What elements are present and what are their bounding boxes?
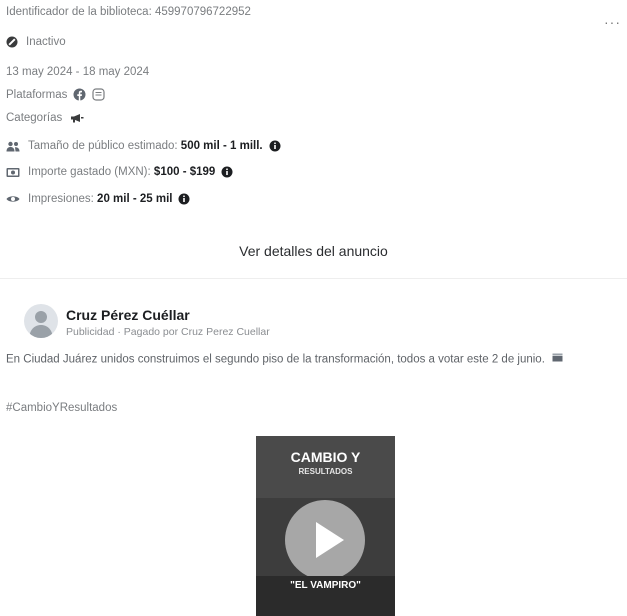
people-icon — [6, 141, 20, 152]
more-options-icon[interactable]: ··· — [604, 14, 621, 30]
paid-by-name[interactable]: Cruz Perez Cuellar — [181, 326, 270, 338]
info-icon[interactable] — [269, 140, 281, 152]
audience-label: Tamaño de público estimado: — [28, 140, 178, 152]
platforms-label: Plataformas — [6, 88, 68, 101]
library-id-value: 459970796722952 — [154, 6, 251, 18]
money-icon — [6, 167, 20, 178]
avatar[interactable] — [24, 304, 58, 338]
eye-icon — [6, 194, 20, 204]
platforms-row: Plataformas — [6, 88, 113, 101]
spend-label: Importe gastado (MXN): — [28, 166, 151, 178]
impressions-label: Impresiones: — [28, 193, 94, 205]
audience-row: Tamaño de público estimado: 500 mil - 1 … — [6, 140, 289, 152]
categories-label: Categorías — [6, 112, 63, 124]
impressions-row: Impresiones: 20 mil - 25 mil — [6, 193, 198, 205]
info-icon[interactable] — [221, 166, 233, 178]
video-label: "EL VAMPIRO" — [290, 580, 361, 591]
ad-body-text: En Ciudad Juárez unidos construimos el s… — [6, 352, 621, 368]
clapperboard-icon — [552, 352, 563, 367]
video-headline-1: CAMBIO Y — [290, 449, 361, 465]
messenger-icon — [92, 88, 105, 101]
audience-value: 500 mil - 1 mill. — [180, 140, 263, 152]
inactive-status-icon — [6, 36, 18, 48]
status-text: Inactivo — [26, 36, 66, 48]
sponsored-label: Publicidad — [66, 326, 115, 338]
advertiser-name[interactable]: Cruz Pérez Cuéllar — [66, 307, 190, 323]
megaphone-icon — [70, 113, 84, 123]
spend-value: $100 - $199 — [153, 166, 216, 178]
hashtag[interactable]: #CambioYResultados — [6, 402, 117, 414]
categories-row: Categorías — [6, 112, 92, 124]
info-icon[interactable] — [178, 193, 190, 205]
view-ad-details-link[interactable]: Ver detalles del anuncio — [0, 243, 627, 259]
status-row: Inactivo — [6, 36, 66, 48]
facebook-icon — [73, 88, 86, 101]
sponsored-line: Publicidad · Pagado por Cruz Perez Cuell… — [66, 326, 270, 338]
library-id-row: Identificador de la biblioteca: 45997079… — [6, 6, 251, 18]
spend-row: Importe gastado (MXN): $100 - $199 — [6, 166, 241, 178]
date-range-text: 13 may 2024 - 18 may 2024 — [6, 66, 150, 78]
date-range: 13 may 2024 - 18 may 2024 — [6, 66, 149, 78]
play-button-icon[interactable] — [285, 500, 365, 580]
impressions-value: 20 mil - 25 mil — [97, 193, 173, 205]
video-thumbnail[interactable]: CAMBIO Y RESULTADOS "EL VAMPIRO" — [256, 436, 395, 616]
separator-dot: · — [117, 326, 121, 338]
library-id-label: Identificador de la biblioteca: — [6, 6, 152, 18]
ad-body: En Ciudad Juárez unidos construimos el s… — [6, 353, 545, 366]
divider — [0, 278, 627, 279]
paid-by-label: Pagado por — [123, 326, 179, 338]
video-headline-2: RESULTADOS — [298, 467, 353, 476]
